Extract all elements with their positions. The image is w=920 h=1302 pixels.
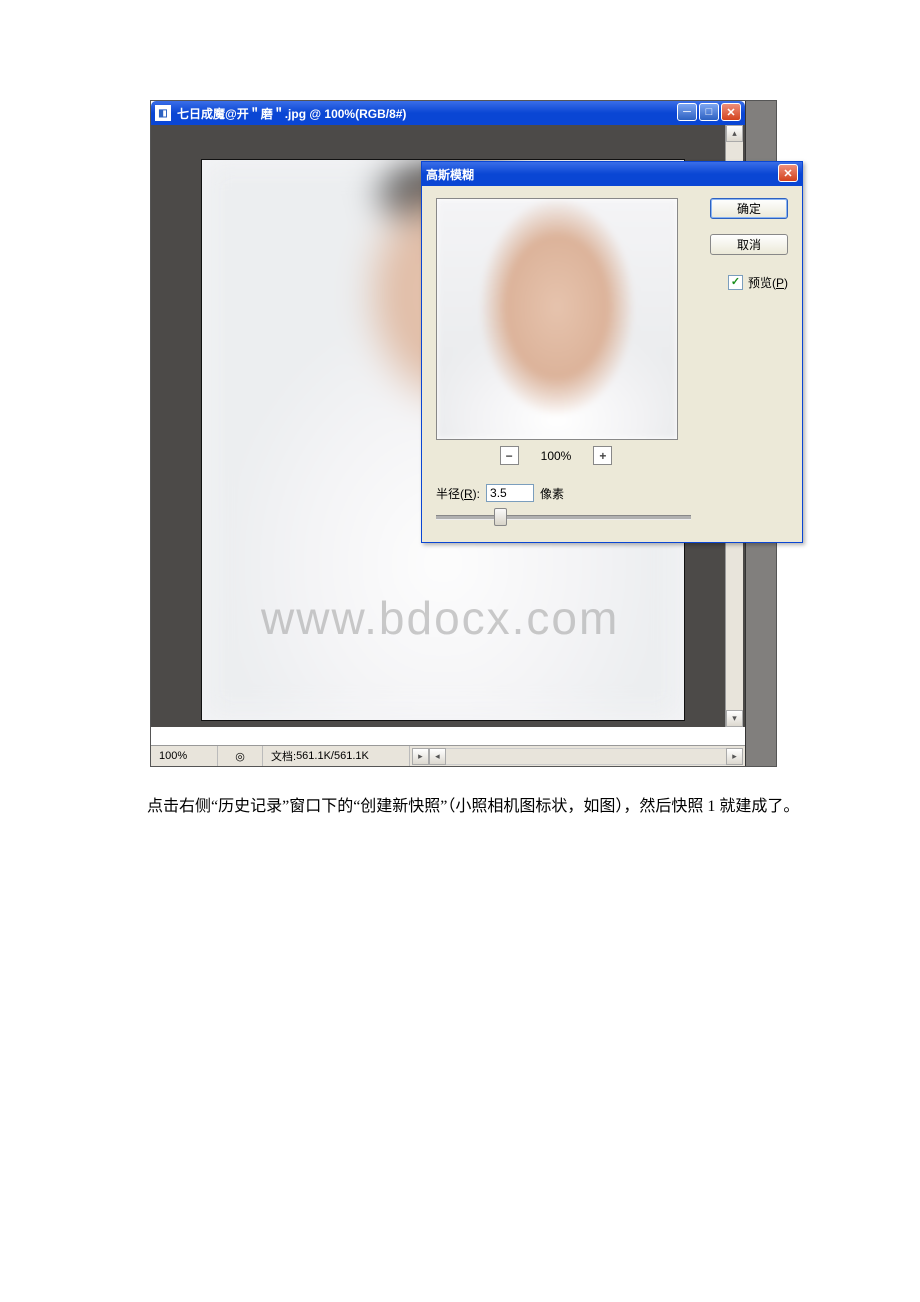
document-title: 七日成魔@开＂磨＂.jpg @ 100%(RGB/8#) [177, 105, 406, 122]
preview-image [437, 199, 677, 439]
radius-label: 半径(R): [436, 485, 480, 502]
close-button[interactable]: ✕ [721, 103, 741, 121]
radius-slider[interactable] [436, 508, 691, 526]
status-doc-value: 561.1K/561.1K [296, 750, 369, 762]
dialog-title: 高斯模糊 [426, 166, 474, 183]
preview-zoom-value: 100% [541, 449, 572, 463]
slider-track [436, 515, 691, 520]
scroll-up-button[interactable]: ▴ [726, 125, 743, 142]
hscroll-play-button[interactable]: ▸ [412, 748, 429, 765]
maximize-button[interactable]: □ [699, 103, 719, 121]
scroll-down-button[interactable]: ▾ [726, 710, 743, 727]
zoom-in-button[interactable]: + [593, 446, 612, 465]
slider-thumb[interactable] [494, 508, 507, 526]
status-doc-size: 文档:561.1K/561.1K [263, 746, 410, 766]
zoom-out-button[interactable]: − [500, 446, 519, 465]
radius-unit: 像素 [540, 485, 564, 502]
status-doc-label: 文档: [271, 748, 296, 764]
minimize-button[interactable]: ─ [677, 103, 697, 121]
hscroll-left-button[interactable]: ◂ [429, 748, 446, 765]
filter-preview[interactable] [436, 198, 678, 440]
document-titlebar: ◧ 七日成魔@开＂磨＂.jpg @ 100%(RGB/8#) ─ □ ✕ [151, 101, 745, 125]
dialog-close-button[interactable]: ✕ [778, 164, 798, 182]
cancel-button[interactable]: 取消 [710, 234, 788, 255]
caption-text: 点击右侧“历史记录”窗口下的“创建新快照”（小照相机图标状，如图），然后快照 1… [115, 792, 845, 822]
status-nav-icon[interactable]: ◎ [218, 746, 263, 766]
gaussian-blur-dialog: 高斯模糊 ✕ − 100% + 半径(R): 像素 [421, 161, 803, 543]
dialog-titlebar[interactable]: 高斯模糊 ✕ [422, 162, 802, 186]
hscroll-right-button[interactable]: ▸ [726, 748, 743, 765]
photoshop-screenshot: ◧ 七日成魔@开＂磨＂.jpg @ 100%(RGB/8#) ─ □ ✕ ▴ ▾ [150, 100, 777, 767]
status-bar: 100% ◎ 文档:561.1K/561.1K ▸ ◂ ▸ [151, 745, 745, 766]
preview-checkbox-label: 预览(P) [748, 274, 788, 291]
status-zoom[interactable]: 100% [151, 746, 218, 766]
preview-checkbox[interactable]: ✓ [728, 275, 743, 290]
app-icon: ◧ [155, 105, 171, 121]
ok-button[interactable]: 确定 [710, 198, 788, 219]
horizontal-scrollbar[interactable] [446, 748, 726, 765]
radius-input[interactable] [486, 484, 534, 502]
